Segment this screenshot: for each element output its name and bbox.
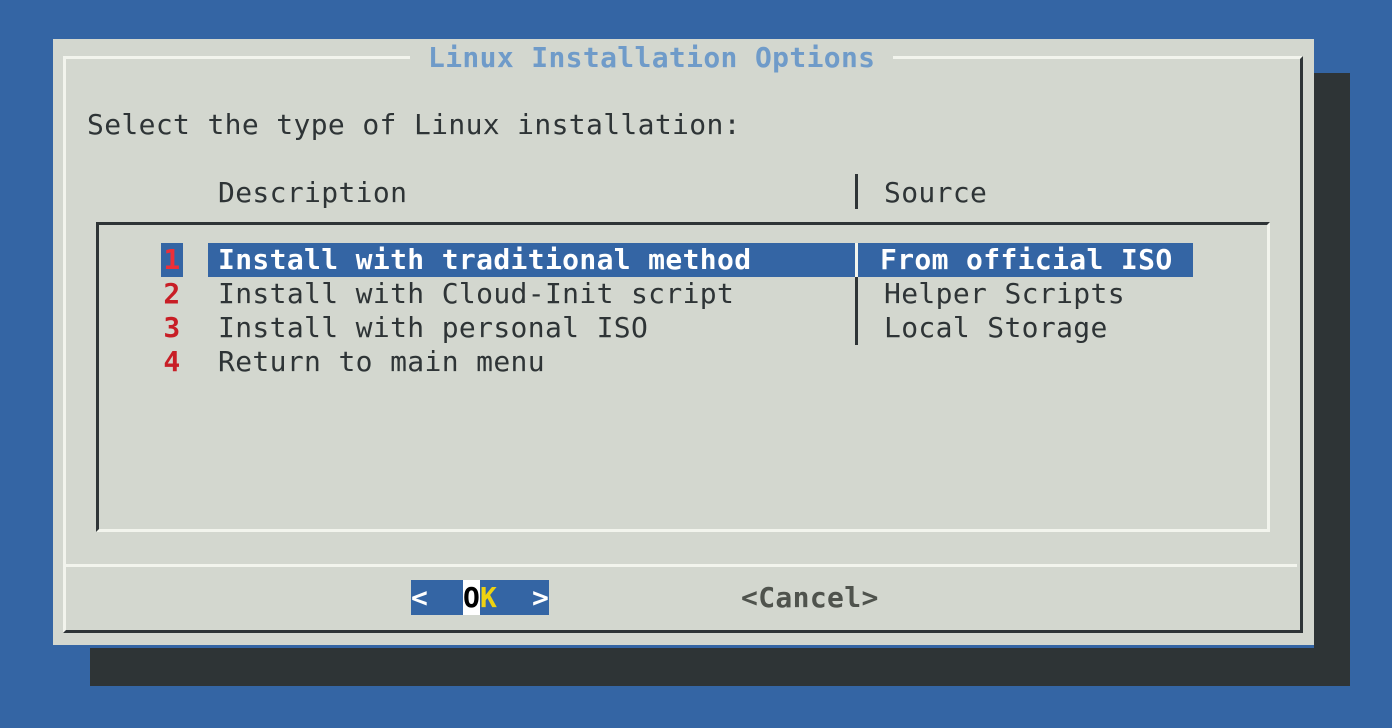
dialog-shadow-right (1314, 73, 1350, 648)
ok-padding (497, 580, 532, 615)
prompt-text: Select the type of Linux installation: (87, 108, 741, 142)
menu-item-traditional[interactable]: 1 Install with traditional method From o… (53, 243, 1314, 277)
menu-item-description: Install with Cloud-Init script (218, 277, 734, 311)
ok-cursor-char: O (463, 580, 480, 615)
dialog-title: Linux Installation Options (410, 41, 893, 75)
dialog-shadow-bottom (90, 648, 1350, 686)
menu-item-tag: 3 (161, 311, 183, 345)
button-area-separator-line (63, 564, 1297, 567)
menu-item-tag: 2 (161, 277, 183, 311)
menu-item-tag: 1 (161, 243, 183, 277)
cancel-button[interactable]: <Cancel> (741, 580, 879, 615)
ok-bracket-left: < (411, 580, 428, 615)
column-separator-line (855, 174, 858, 209)
menu-item-description: Install with traditional method (218, 243, 751, 277)
row-separator-line (855, 311, 858, 345)
terminal-screen: Linux Installation Options Select the ty… (0, 0, 1392, 728)
menu-item-personal-iso[interactable]: 3 Install with personal ISO Local Storag… (53, 311, 1314, 345)
row-separator-line (855, 277, 858, 311)
menu-item-source: Helper Scripts (884, 277, 1125, 311)
menu-item-description: Return to main menu (218, 345, 545, 379)
menu-item-source: Local Storage (884, 311, 1108, 345)
ok-hotkey-char: K (480, 580, 497, 615)
row-separator-line (855, 243, 858, 277)
ok-button[interactable]: < O K > (411, 580, 549, 615)
ok-padding (428, 580, 463, 615)
column-header-source: Source (884, 176, 987, 210)
column-header-description: Description (218, 176, 407, 210)
menu-item-tag: 4 (161, 345, 183, 379)
dialog-window: Linux Installation Options Select the ty… (53, 39, 1314, 645)
menu-item-description: Install with personal ISO (218, 311, 648, 345)
menu-item-source: From official ISO (880, 243, 1173, 277)
menu-item-return-main-menu[interactable]: 4 Return to main menu (53, 345, 1314, 379)
menu-item-cloud-init[interactable]: 2 Install with Cloud-Init script Helper … (53, 277, 1314, 311)
ok-bracket-right: > (532, 580, 549, 615)
